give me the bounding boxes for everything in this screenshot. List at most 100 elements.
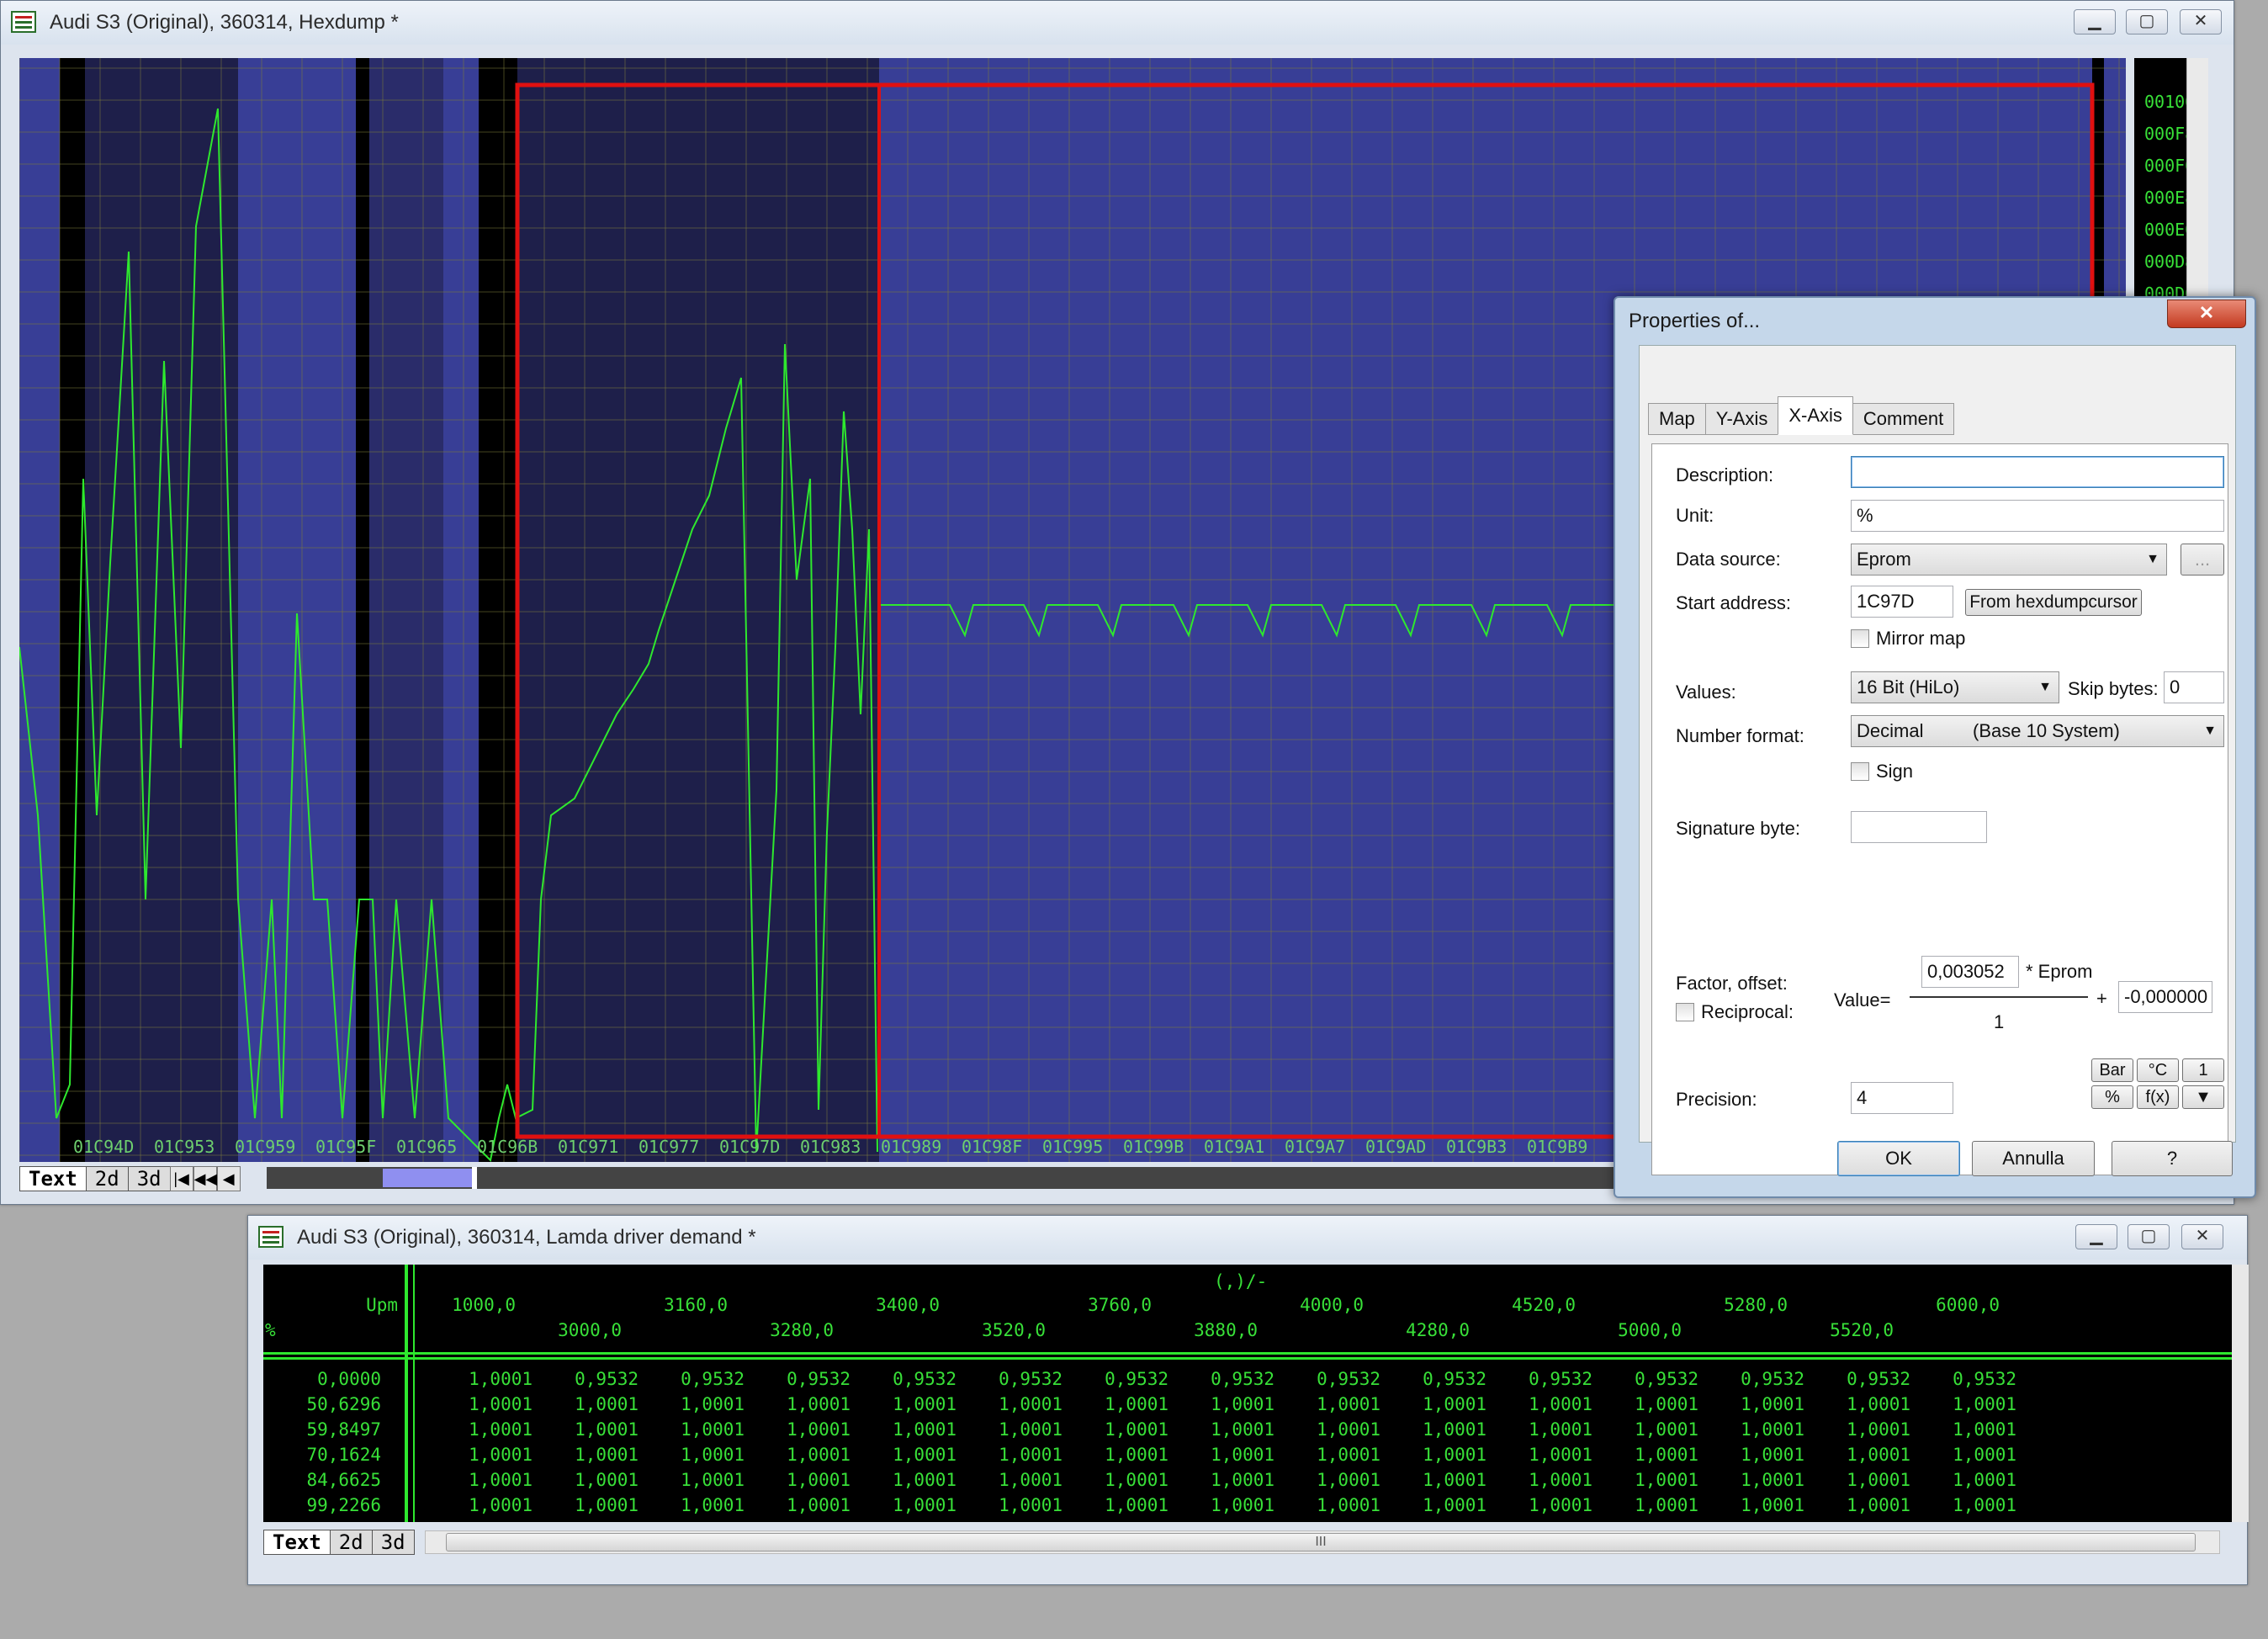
fast-back-button[interactable]: ◀◀ (193, 1166, 217, 1191)
map-cell[interactable]: 1,0001 (1182, 1394, 1274, 1414)
map-cell[interactable]: 0,9532 (1288, 1369, 1380, 1389)
map-cell[interactable]: 0,9532 (1394, 1369, 1486, 1389)
tab-text[interactable]: Text (263, 1530, 331, 1555)
map-horizontal-scrollbar[interactable]: III (425, 1530, 2220, 1554)
map-cell[interactable]: 1,0001 (1182, 1445, 1274, 1465)
map-cell[interactable]: 1,0001 (440, 1394, 533, 1414)
close-button[interactable]: ✕ (2180, 9, 2222, 34)
map-cell[interactable]: 1,0001 (1500, 1419, 1592, 1440)
unit-more-button[interactable]: ▼ (2182, 1085, 2224, 1109)
map-cell[interactable]: 1,0001 (1288, 1495, 1380, 1515)
map-cell[interactable]: 1,0001 (652, 1419, 745, 1440)
map-cell[interactable]: 1,0001 (864, 1394, 956, 1414)
map-cell[interactable]: 1,0001 (1394, 1495, 1486, 1515)
map-cell[interactable]: 1,0001 (1288, 1445, 1380, 1465)
map-cell[interactable]: 1,0001 (1288, 1419, 1380, 1440)
properties-dialog[interactable]: Properties of... ✕ Map Y-Axis X-Axis Com… (1614, 296, 2256, 1198)
map-cell[interactable]: 1,0001 (1076, 1445, 1168, 1465)
map-cell[interactable]: 1,0001 (652, 1470, 745, 1490)
map-cell[interactable]: 1,0001 (1712, 1470, 1804, 1490)
tab-comment[interactable]: Comment (1852, 403, 1955, 435)
unit-one-button[interactable]: 1 (2182, 1058, 2224, 1082)
map-cell[interactable]: 1,0001 (1076, 1419, 1168, 1440)
map-cell[interactable]: 1,0001 (758, 1419, 850, 1440)
values-select[interactable]: 16 Bit (HiLo) ▼ (1851, 671, 2059, 703)
map-cell[interactable]: 1,0001 (1712, 1495, 1804, 1515)
map-cell[interactable]: 0,9532 (1182, 1369, 1274, 1389)
map-cell[interactable]: 1,0001 (1394, 1470, 1486, 1490)
close-button[interactable]: ✕ (2181, 1224, 2223, 1249)
map-cell[interactable]: 0,9532 (652, 1369, 745, 1389)
map-cell[interactable]: 1,0001 (970, 1419, 1062, 1440)
map-cell[interactable]: 0,9532 (546, 1369, 639, 1389)
map-cell[interactable]: 1,0001 (1606, 1495, 1698, 1515)
skip-bytes-field[interactable]: 0 (2164, 671, 2224, 703)
map-cell[interactable]: 1,0001 (652, 1394, 745, 1414)
map-cell[interactable]: 1,0001 (1288, 1394, 1380, 1414)
description-field[interactable] (1851, 456, 2224, 488)
unit-field[interactable]: % (1851, 500, 2224, 532)
map-cell[interactable]: 1,0001 (440, 1419, 533, 1440)
data-source-browse-button[interactable]: ... (2181, 544, 2224, 576)
tab-2d[interactable]: 2d (85, 1166, 129, 1191)
minimize-button[interactable]: ▁ (2075, 1224, 2117, 1249)
map-cell[interactable]: 1,0001 (546, 1419, 639, 1440)
map-cell[interactable]: 1,0001 (970, 1394, 1062, 1414)
dialog-close-button[interactable]: ✕ (2167, 300, 2246, 328)
tab-x-axis[interactable]: X-Axis (1778, 396, 1853, 435)
map-cell[interactable]: 1,0001 (440, 1495, 533, 1515)
map-cell[interactable]: 0,9532 (1500, 1369, 1592, 1389)
map-cell[interactable]: 1,0001 (1924, 1495, 2016, 1515)
map-cell[interactable]: 1,0001 (1712, 1394, 1804, 1414)
map-cell[interactable]: 1,0001 (1182, 1419, 1274, 1440)
map-cell[interactable]: 0,9532 (864, 1369, 956, 1389)
map-cell[interactable]: 1,0001 (1924, 1470, 2016, 1490)
map-cell[interactable]: 1,0001 (1182, 1470, 1274, 1490)
map-cell[interactable]: 1,0001 (970, 1470, 1062, 1490)
signature-byte-field[interactable] (1851, 811, 1987, 843)
tab-3d[interactable]: 3d (371, 1530, 415, 1555)
map-cell[interactable]: 1,0001 (1394, 1445, 1486, 1465)
map-cell[interactable]: 1,0001 (1500, 1470, 1592, 1490)
map-cell[interactable]: 1,0001 (1606, 1419, 1698, 1440)
map-cell[interactable]: 1,0001 (1606, 1470, 1698, 1490)
map-cell[interactable]: 0,9532 (1076, 1369, 1168, 1389)
map-cell[interactable]: 1,0001 (652, 1495, 745, 1515)
help-button[interactable]: ? (2112, 1141, 2233, 1176)
map-cell[interactable]: 1,0001 (970, 1495, 1062, 1515)
map-cell[interactable]: 1,0001 (1500, 1394, 1592, 1414)
unit-bar-button[interactable]: Bar (2091, 1058, 2133, 1082)
maximize-button[interactable]: ▢ (2126, 9, 2168, 34)
map-cell[interactable]: 1,0001 (1606, 1445, 1698, 1465)
map-window[interactable]: Audi S3 (Original), 360314, Lamda driver… (247, 1215, 2249, 1585)
map-cell[interactable]: 1,0001 (1394, 1419, 1486, 1440)
map-cell[interactable]: 1,0001 (758, 1495, 850, 1515)
map-table[interactable]: (,)/- Upm % 1000,0 3160,0 3400,0 3760,0 4000… (263, 1265, 2232, 1522)
hexdump-titlebar[interactable]: Audi S3 (Original), 360314, Hexdump * ▁ … (1, 1, 2234, 45)
map-cell[interactable]: 1,0001 (1394, 1394, 1486, 1414)
scroll-thumb[interactable]: III (446, 1533, 2196, 1551)
map-cell[interactable]: 0,9532 (1818, 1369, 1910, 1389)
maximize-button[interactable]: ▢ (2128, 1224, 2170, 1249)
map-cell[interactable]: 0,9532 (1712, 1369, 1804, 1389)
map-cell[interactable]: 1,0001 (1500, 1445, 1592, 1465)
map-cell[interactable]: 1,0001 (1712, 1445, 1804, 1465)
map-cell[interactable]: 1,0001 (652, 1445, 745, 1465)
map-titlebar[interactable]: Audi S3 (Original), 360314, Lamda driver… (248, 1216, 2247, 1260)
map-cell[interactable]: 1,0001 (546, 1495, 639, 1515)
map-cell[interactable]: 1,0001 (546, 1445, 639, 1465)
map-cell[interactable]: 1,0001 (1924, 1419, 2016, 1440)
map-cell[interactable]: 1,0001 (1818, 1495, 1910, 1515)
start-address-field[interactable]: 1C97D (1851, 586, 1953, 618)
map-vertical-scrollbar[interactable] (2232, 1265, 2249, 1522)
number-format-select[interactable]: Decimal (Base 10 System) ▼ (1851, 715, 2224, 747)
sign-checkbox[interactable] (1851, 762, 1869, 781)
reciprocal-checkbox[interactable] (1676, 1003, 1694, 1021)
unit-celsius-button[interactable]: °C (2137, 1058, 2179, 1082)
map-cell[interactable]: 1,0001 (1818, 1419, 1910, 1440)
tab-y-axis[interactable]: Y-Axis (1704, 403, 1779, 435)
minimize-button[interactable]: ▁ (2074, 9, 2116, 34)
unit-percent-button[interactable]: % (2091, 1085, 2133, 1109)
map-cell[interactable]: 1,0001 (1288, 1470, 1380, 1490)
map-cell[interactable]: 1,0001 (1712, 1419, 1804, 1440)
